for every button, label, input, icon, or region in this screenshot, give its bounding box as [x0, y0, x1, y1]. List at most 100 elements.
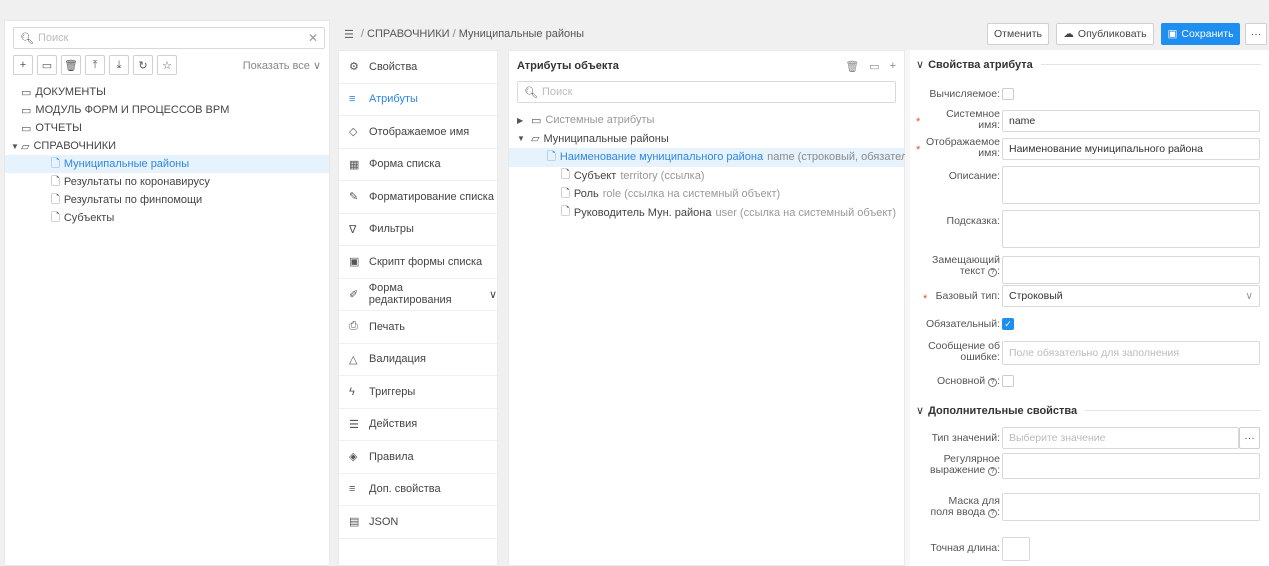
placeholder-input[interactable]	[1002, 256, 1260, 284]
attribute-row[interactable]: 🗋 Субъект territory (ссылка)	[509, 167, 904, 186]
cancel-button[interactable]: Отменить	[987, 23, 1049, 45]
add-icon[interactable]: +	[890, 60, 896, 73]
menu-item[interactable]: ≡ Доп. свойства	[339, 474, 497, 506]
tree-item[interactable]: ▭ ОТЧЕТЫ	[5, 119, 329, 137]
publish-label: Опубликовать	[1077, 28, 1147, 40]
caret-icon[interactable]: ▼	[11, 142, 21, 151]
attribute-properties-section[interactable]: ∨ Свойства атрибута	[916, 58, 1261, 71]
show-all-dropdown[interactable]: Показать все ∨	[243, 59, 321, 72]
clear-icon[interactable]: ✕	[308, 31, 318, 45]
mask-label: Маска для поля ввода ?:	[930, 495, 1000, 518]
chevron-down-icon: ∨	[916, 405, 925, 417]
folder-icon: ▭	[531, 114, 542, 127]
menu-item-label: Действия	[369, 418, 418, 431]
menu-item[interactable]: ⎙ Печать	[339, 311, 497, 344]
sysname-input[interactable]: name	[1002, 110, 1260, 132]
tree-item[interactable]: ▭ МОДУЛЬ ФОРМ И ПРОЦЕССОВ BPM	[5, 101, 329, 119]
tree-item-label: Результаты по коронавирусу	[63, 176, 210, 188]
tree-item[interactable]: 🗋 Муниципальные районы	[5, 155, 329, 173]
tag-icon: ◇	[349, 126, 358, 139]
help-icon[interactable]: ?	[988, 467, 998, 476]
download-icon[interactable]: ⤓	[109, 55, 129, 75]
folder-icon[interactable]: ▭	[869, 60, 879, 73]
add-icon[interactable]: +	[13, 55, 33, 75]
menu-item[interactable]: ▣ Скрипт формы списка	[339, 246, 497, 279]
menu-item[interactable]: ▤ JSON	[339, 506, 497, 539]
delete-icon[interactable]: 🗑︎	[845, 60, 859, 73]
error-message-input[interactable]: Поле обязательно для заполнения	[1002, 341, 1260, 365]
base-type-select[interactable]: Строковый ∨	[1002, 285, 1260, 307]
attribute-row[interactable]: 🗋 Наименование муниципального района name …	[509, 148, 937, 167]
additional-properties-section[interactable]: ∨ Дополнительные свойства	[916, 404, 1261, 417]
mask-input[interactable]	[1002, 493, 1260, 521]
more-button[interactable]: ···	[1245, 23, 1267, 45]
save-label: Сохранить	[1181, 28, 1234, 40]
computed-checkbox[interactable]	[1002, 88, 1014, 100]
list-icon: ≡	[349, 483, 356, 496]
caret-icon[interactable]: ▼	[517, 134, 531, 143]
publish-button[interactable]: ☁ Опубликовать	[1056, 23, 1154, 45]
refresh-icon[interactable]: ↻	[133, 55, 153, 75]
chevron-down-icon: ∨	[1245, 290, 1253, 302]
menu-item[interactable]: ⚙ Свойства	[339, 51, 497, 84]
menu-item[interactable]: ☰ Действия	[339, 409, 497, 441]
menu-item-label: Скрипт формы списка	[369, 255, 483, 268]
section-divider	[1040, 64, 1261, 65]
breadcrumb-section[interactable]: СПРАВОЧНИКИ	[367, 28, 450, 40]
star-icon[interactable]: ☆	[157, 55, 177, 75]
top-strip	[0, 0, 1269, 7]
exact-length-input[interactable]	[1002, 537, 1030, 561]
attribute-row[interactable]: 🗋 Руководитель Мун. района user (ссылка на…	[509, 204, 904, 223]
attributes-search-input[interactable]: 🔍︎ Поиск	[517, 81, 896, 103]
upload-icon[interactable]: ⤒	[85, 55, 105, 75]
tree-item[interactable]: ▭ ДОКУМЕНТЫ	[5, 83, 329, 101]
ellipsis-button[interactable]: ···	[1239, 427, 1260, 449]
menu-item[interactable]: ▦ Форма списка	[339, 149, 497, 181]
regex-input[interactable]	[1002, 453, 1260, 479]
catalog-tree: ▭ ДОКУМЕНТЫ ▭ МОДУЛЬ ФОРМ И ПРОЦЕССОВ BPM ▭ О…	[5, 83, 329, 227]
tree-item-label: СПРАВОЧНИКИ	[33, 140, 117, 152]
tree-item[interactable]: 🗋 Результаты по коронавирусу	[5, 173, 329, 191]
menu-item[interactable]: ϟ Триггеры	[339, 376, 497, 409]
menu-item[interactable]: ◈ Правила	[339, 441, 497, 474]
help-icon[interactable]: ?	[988, 378, 998, 387]
delete-icon[interactable]: 🗑︎	[61, 55, 81, 75]
attribute-row[interactable]: ▶ ▭ Системные атрибуты	[509, 111, 904, 130]
attribute-name: Системные атрибуты	[545, 114, 655, 127]
tree-search-input[interactable]: 🔍︎ Поиск ✕	[13, 27, 325, 49]
attributes-search-placeholder: Поиск	[541, 86, 573, 98]
tree-item-label: МОДУЛЬ ФОРМ И ПРОЦЕССОВ BPM	[35, 104, 230, 116]
menu-item-label: Отображаемое имя	[369, 125, 470, 138]
folder-icon: ▭	[21, 104, 32, 117]
display-name-input[interactable]: Наименование муниципального района	[1002, 138, 1260, 160]
menu-item[interactable]: ∇ Фильтры	[339, 214, 497, 246]
error-message-label: Сообщение об ошибке:	[928, 340, 1000, 363]
save-button[interactable]: ▣ Сохранить	[1161, 23, 1240, 45]
hint-label: Подсказка:	[946, 215, 1000, 227]
menu-item[interactable]: △ Валидация	[339, 344, 497, 376]
menu-item[interactable]: ≡ Атрибуты	[339, 84, 497, 116]
menu-icon[interactable]: ☰	[344, 28, 354, 41]
value-type-select[interactable]: Выберите значение	[1002, 427, 1239, 449]
caret-icon[interactable]: ▶	[517, 116, 531, 125]
tree-toolbar: + ▭ 🗑︎ ⤒ ⤓ ↻ ☆	[13, 55, 177, 75]
attributes-tree: ▶ ▭ Системные атрибуты ▼ ▱ Муниципальные райо…	[509, 111, 937, 223]
help-icon[interactable]: ?	[988, 509, 998, 518]
description-textarea[interactable]	[1002, 166, 1260, 204]
main-checkbox[interactable]	[1002, 375, 1014, 387]
save-icon: ▣	[1167, 28, 1178, 40]
help-icon[interactable]: ?	[988, 268, 998, 277]
attribute-row[interactable]: 🗋 Роль role (ссылка на системный объект)	[509, 185, 904, 204]
tree-item[interactable]: 🗋 Субъекты	[5, 209, 329, 227]
tree-item[interactable]: ▼ ▱ СПРАВОЧНИКИ	[5, 137, 329, 155]
base-type-value: Строковый	[1009, 290, 1063, 302]
hint-textarea[interactable]	[1002, 210, 1260, 248]
menu-item[interactable]: ✐ Форма редактирования ∨	[339, 279, 497, 311]
menu-item[interactable]: ◇ Отображаемое имя	[339, 116, 497, 149]
required-checkbox[interactable]: ✓	[1002, 318, 1014, 330]
new-folder-icon[interactable]: ▭	[37, 55, 57, 75]
folder-icon: ▭	[21, 122, 32, 135]
menu-item[interactable]: ✎ Форматирование списка	[339, 181, 497, 214]
tree-item[interactable]: 🗋 Результаты по финпомощи	[5, 191, 329, 209]
attribute-row[interactable]: ▼ ▱ Муниципальные районы	[509, 130, 904, 149]
